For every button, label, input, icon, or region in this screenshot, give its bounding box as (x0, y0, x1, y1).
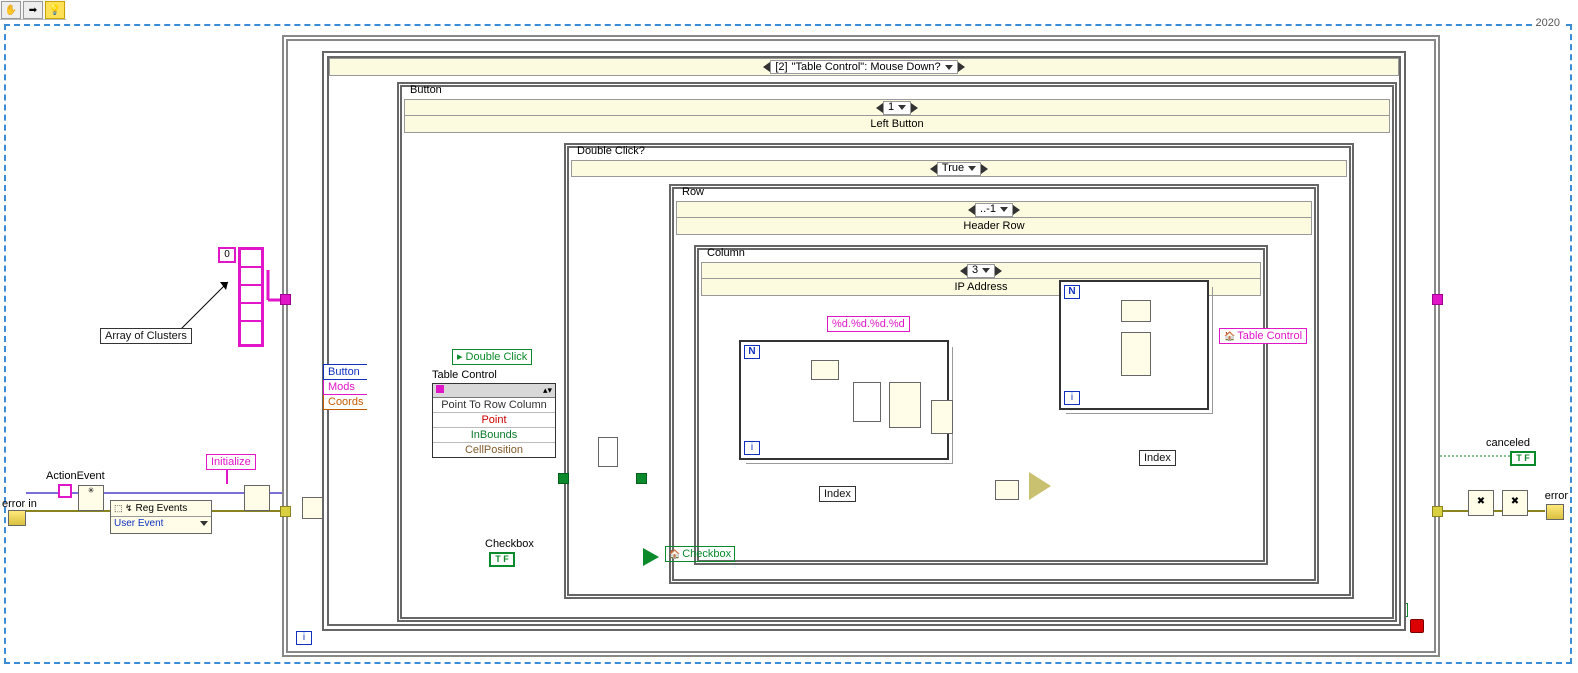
table-control-local[interactable]: 🏠Table Control (1219, 328, 1307, 344)
arrow-tool-button[interactable]: ➡ (23, 1, 43, 19)
canceled-label: canceled (1486, 437, 1530, 449)
case-button-selector[interactable]: 1 (404, 99, 1390, 116)
case-row: Row ..-1 Header Row Column 3 (669, 184, 1319, 584)
for-loop-inner-2: N i (1059, 280, 1209, 410)
index-label-1: Index (819, 486, 856, 502)
checkbox-local-write[interactable]: 🏠Checkbox (665, 546, 735, 562)
for1-i: i (744, 441, 760, 455)
format-node[interactable] (1121, 300, 1151, 322)
checkbox-tf: T F (489, 552, 515, 567)
while-loop: i Discard? [2] "Table Control": Mouse Do… (282, 35, 1440, 657)
case-row-selector[interactable]: ..-1 (676, 201, 1312, 218)
array-of-clusters-label: Array of Clusters (100, 328, 192, 344)
toolbar: ✋ ➡ 💡 (0, 0, 66, 20)
dynamic-event-terminal[interactable] (244, 485, 270, 511)
event-data-node[interactable]: Button Mods Coords (323, 364, 367, 410)
index-label-2: Index (1139, 450, 1176, 466)
error-out-label: error (1545, 490, 1568, 502)
select-node[interactable] (1029, 472, 1051, 500)
format-string-constant[interactable]: %d.%d.%d.%d (827, 316, 910, 332)
for1-N: N (744, 345, 760, 359)
hand-tool-button[interactable]: ✋ (1, 1, 21, 19)
index-array-node[interactable] (811, 360, 839, 380)
canceled-indicator: T F (1510, 451, 1536, 466)
compare-node[interactable] (995, 480, 1019, 500)
green-tunnel-1 (558, 473, 569, 484)
not-node[interactable] (643, 548, 659, 566)
error-in-terminal[interactable] (8, 510, 26, 526)
for2-i: i (1064, 391, 1080, 405)
year-label: 2020 (1534, 17, 1562, 29)
for-loop-inner-1: N i (739, 340, 949, 460)
initialize-label: Initialize (206, 454, 256, 470)
error-tunnel-right (1432, 506, 1443, 517)
unregister-events-node[interactable]: ✖ (1468, 490, 1494, 516)
cluster-tunnel-left (280, 294, 291, 305)
double-click-label: ▸Double Click (452, 349, 532, 365)
case-dbl-title: Double Click? (577, 145, 645, 157)
cluster-tunnel-right (1432, 294, 1443, 305)
stop-button[interactable] (1410, 619, 1424, 633)
event-case-selector[interactable]: [2] "Table Control": Mouse Down? (329, 58, 1399, 76)
event-structure: [2] "Table Control": Mouse Down? Button … (322, 51, 1406, 631)
bundle-node[interactable] (1121, 332, 1151, 376)
error-tunnel-left (280, 506, 291, 517)
error-in-label: error in (2, 498, 37, 510)
register-events-node[interactable]: ⬚ ↯ Reg Events User Event (110, 500, 212, 534)
checkbox-title: Checkbox (485, 538, 534, 550)
create-user-event-node[interactable]: ✳ (78, 485, 104, 511)
case-double-click: Double Click? True Row ..-1 Header Row (564, 143, 1354, 599)
case-button-subtitle: Left Button (404, 116, 1390, 133)
build-cluster-node[interactable] (889, 382, 921, 428)
case-dbl-selector[interactable]: True (571, 160, 1347, 177)
destroy-user-event-node[interactable]: ✖ (1502, 490, 1528, 516)
error-out-terminal[interactable] (1546, 504, 1564, 520)
case-row-subtitle: Header Row (676, 218, 1312, 235)
action-event-label: ActionEvent (46, 470, 105, 482)
unbundle-cellpos-node[interactable] (598, 437, 618, 467)
scan-from-string-node[interactable] (853, 382, 881, 422)
case-column: Column 3 IP Address %d.%d.%d.%d (694, 245, 1268, 565)
green-tunnel-2 (636, 473, 647, 484)
event-dyn-reg-left (302, 497, 324, 519)
table-control-label: Table Control (432, 369, 497, 381)
case-button-title: Button (410, 84, 442, 96)
case-row-title: Row (682, 186, 704, 198)
highlight-button[interactable]: 💡 (45, 1, 65, 19)
initialize-wire (226, 470, 228, 484)
case-button: Button 1 Left Button Double Click? True (397, 82, 1397, 622)
for2-N: N (1064, 285, 1080, 299)
action-event-terminal[interactable] (58, 484, 72, 498)
while-loop-i: i (296, 631, 312, 645)
sort-1d-array-node[interactable] (931, 400, 953, 434)
case-column-selector[interactable]: 3 (701, 262, 1261, 279)
case-column-title: Column (707, 247, 745, 259)
point-to-row-column-node[interactable]: ▴▾ Point To Row Column Point InBounds Ce… (432, 383, 556, 458)
array-constant[interactable]: 0 (218, 247, 264, 347)
